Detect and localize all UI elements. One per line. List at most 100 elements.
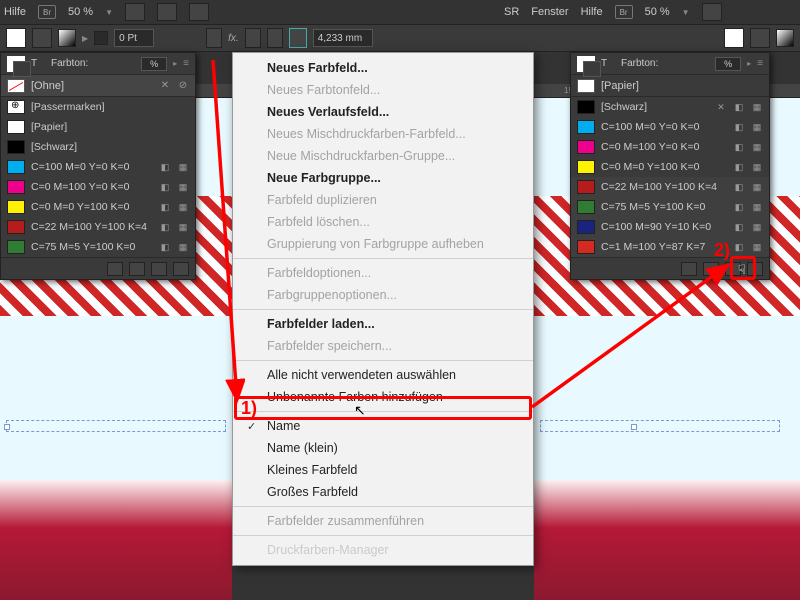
swatch-chip [577,160,595,174]
menu-separator [233,360,533,361]
view-options-icon[interactable] [702,3,722,21]
menu-item[interactable]: Großes Farbfeld [233,481,533,503]
trash-icon[interactable] [173,262,189,276]
view-options-icon[interactable] [125,3,145,21]
bridge-icon[interactable]: Br [38,5,56,19]
fill-stroke-proxy[interactable] [7,56,25,72]
swatch-row[interactable]: C=1 M=100 Y=87 K=7◧▦ [571,237,769,257]
chevron-down-icon[interactable]: ▼ [682,8,690,17]
check-icon: ✓ [247,420,259,433]
swatch-row[interactable]: C=0 M=0 Y=100 K=0◧▦ [571,157,769,177]
fill-stroke-proxy[interactable] [577,56,595,72]
chevron-icon[interactable]: ▸ [747,59,751,68]
menu-item[interactable]: ✓Name [233,415,533,437]
swatch-row[interactable]: C=22 M=100 Y=100 K=4◧▦ [1,217,195,237]
swatch-chip [7,140,25,154]
new-swatch-icon[interactable] [151,262,167,276]
fill-proxy[interactable] [724,28,744,48]
swatch-row-paper[interactable]: [Papier] [571,75,769,97]
cmyk-icon: ◧ [733,161,745,173]
para-icon[interactable] [245,28,261,48]
size-field[interactable]: 4,233 mm [313,29,373,47]
swatch-chip [577,200,595,214]
process-icon: ▦ [751,141,763,153]
swatch-row[interactable]: C=75 M=5 Y=100 K=0◧▦ [1,237,195,257]
new-group-icon[interactable] [129,262,145,276]
menu-item[interactable]: Neue Farbgruppe... [233,167,533,189]
tint-field[interactable]: % [141,57,167,71]
gradient-icon[interactable] [776,29,794,47]
panel-menu-icon[interactable]: ≡ [183,58,189,69]
swatch-row-none[interactable]: [Ohne] ✕ ⊘ [1,75,195,97]
fill-proxy[interactable] [6,28,26,48]
swatch-row[interactable]: C=0 M=100 Y=0 K=0◧▦ [1,177,195,197]
stroke-proxy[interactable] [750,28,770,48]
fx-icon[interactable] [206,28,222,48]
menu-item: Farbfeldoptionen... [233,262,533,284]
swatch-chip [577,100,595,114]
menu-item[interactable]: Kleines Farbfeld [233,459,533,481]
stroke-weight-icon [94,31,108,45]
menu-item[interactable]: Name (klein) [233,437,533,459]
gradient-icon[interactable] [58,29,76,47]
new-swatch-icon[interactable] [725,262,741,276]
new-group-icon[interactable] [703,262,719,276]
swatch-label: [Schwarz] [601,101,709,113]
trash-icon[interactable] [747,262,763,276]
selection-rect[interactable] [540,420,780,432]
view-mode-icon[interactable] [681,262,697,276]
menu-item[interactable]: Neues Farbfeld... [233,57,533,79]
swatch-row[interactable]: ⊕[Passermarken] [1,97,195,117]
swatch-row[interactable]: C=100 M=0 Y=0 K=0◧▦ [1,157,195,177]
frame-fit-icon[interactable] [289,28,307,48]
stroke-weight-field[interactable]: 0 Pt [114,29,154,47]
zoom-level[interactable]: 50 % [645,6,670,18]
panel-menu-icon[interactable]: ≡ [757,58,763,69]
screen-mode-icon[interactable] [157,3,177,21]
menu-item-label: Großes Farbfeld [267,485,358,499]
swatches-flyout-menu: Neues Farbfeld...Neues Farbtonfeld...Neu… [232,52,534,566]
zoom-level[interactable]: 50 % [68,6,93,18]
menu-item[interactable]: Unbenannte Farben hinzufügen [233,386,533,408]
swatch-row[interactable]: C=22 M=100 Y=100 K=4◧▦ [571,177,769,197]
fx-label[interactable]: fx. [228,33,239,44]
menu-help[interactable]: Hilfe [581,6,603,18]
swatches-header: T Farbton: % ▸ ≡ [571,53,769,75]
menu-help[interactable]: Hilfe [4,6,26,18]
bridge-icon[interactable]: Br [615,5,633,19]
swatch-row[interactable]: C=100 M=90 Y=10 K=0◧▦ [571,217,769,237]
menu-item[interactable]: Neues Verlaufsfeld... [233,101,533,123]
cmyk-icon: ◧ [733,181,745,193]
process-icon: ▦ [177,201,189,213]
menu-item[interactable]: Farbfelder laden... [233,313,533,335]
selection-handle[interactable] [4,424,10,430]
cmyk-icon: ◧ [159,241,171,253]
arrange-icon[interactable] [189,3,209,21]
swatch-row[interactable]: C=0 M=0 Y=100 K=0◧▦ [1,197,195,217]
swatch-row[interactable]: C=0 M=100 Y=0 K=0◧▦ [571,137,769,157]
chevron-icon[interactable]: ▶ [82,34,88,43]
tint-field[interactable]: % [715,57,741,71]
menu-item-label: Unbenannte Farben hinzufügen [267,390,443,404]
swatch-row-black[interactable]: [Schwarz] ✕ ◧ ▦ [571,97,769,117]
swatch-row[interactable]: C=75 M=5 Y=100 K=0◧▦ [571,197,769,217]
text-icon[interactable]: T [31,58,45,69]
selection-rect[interactable] [6,420,226,432]
swatch-label: C=0 M=0 Y=100 K=0 [31,201,153,213]
text-icon[interactable]: T [601,58,615,69]
menu-item[interactable]: Alle nicht verwendeten auswählen [233,364,533,386]
swatch-row[interactable]: [Schwarz] [1,137,195,157]
menu-separator [233,535,533,536]
cmyk-icon: ◧ [159,181,171,193]
swatch-row[interactable]: C=100 M=0 Y=0 K=0◧▦ [571,117,769,137]
stroke-proxy[interactable] [32,28,52,48]
align-icon[interactable] [267,28,283,48]
process-icon: ▦ [177,241,189,253]
selection-handle[interactable] [631,424,637,430]
menu-window[interactable]: Fenster [531,6,568,18]
chevron-icon[interactable]: ▸ [173,59,177,68]
chevron-down-icon[interactable]: ▼ [105,8,113,17]
view-mode-icon[interactable] [107,262,123,276]
swatch-row[interactable]: [Papier] [1,117,195,137]
process-icon: ▦ [751,241,763,253]
